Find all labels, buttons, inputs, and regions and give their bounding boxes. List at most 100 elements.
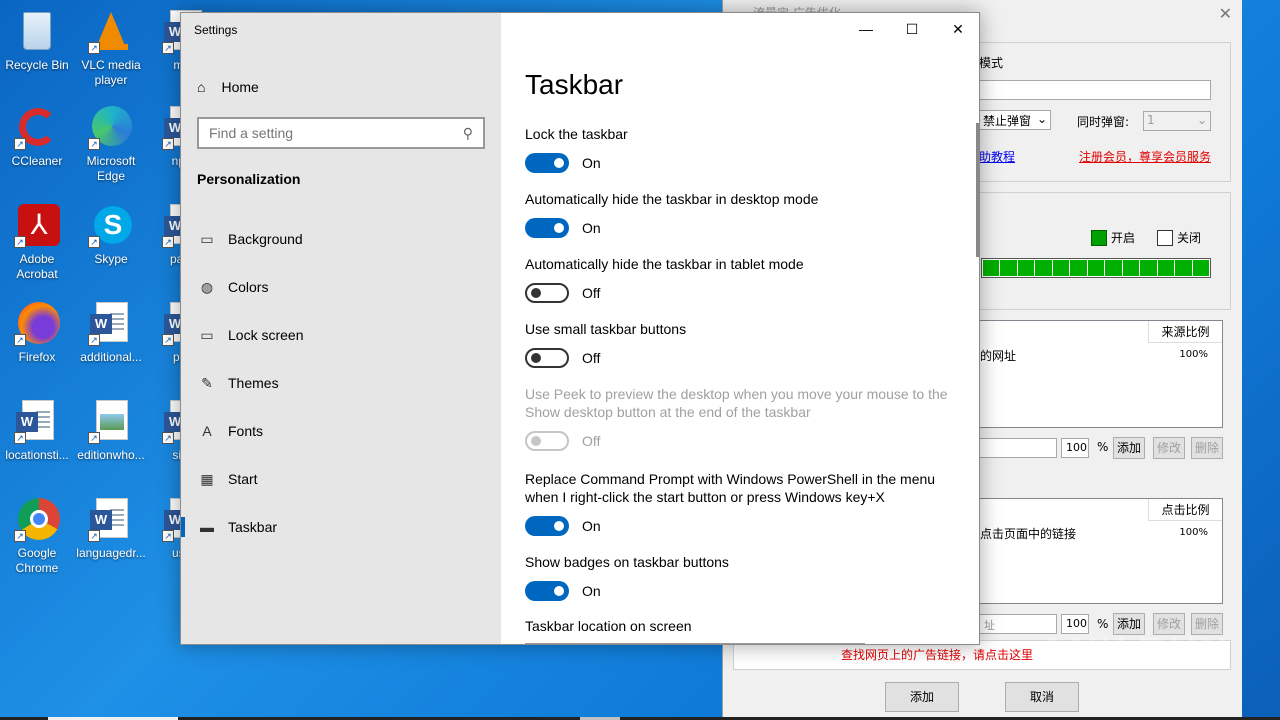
taskbar-option: Use small taskbar buttons Off: [525, 320, 955, 368]
search-box[interactable]: ⚲: [197, 117, 485, 149]
sidebar-item-label: Background: [228, 231, 303, 247]
toggle-state: On: [582, 518, 601, 534]
toggle-switch[interactable]: [525, 218, 569, 238]
home-icon: ⌂: [197, 79, 206, 95]
desktop-icon[interactable]: W ↗ additional...: [76, 300, 146, 365]
confirm-add-button[interactable]: 添加: [885, 682, 959, 712]
source-row-label: 的网址: [980, 349, 1017, 363]
desktop-icon[interactable]: W ↗ locationsti...: [2, 398, 72, 463]
sidebar-item-label: Fonts: [228, 423, 264, 439]
maximize-icon[interactable]: ☐: [889, 13, 935, 45]
progress-segment: [1122, 260, 1140, 276]
desktop-icon[interactable]: W ↗ languagedr...: [76, 496, 146, 561]
sidebar-item-lock-screen[interactable]: ▭ Lock screen: [181, 315, 501, 355]
off-indicator: [1157, 229, 1173, 246]
popup-select[interactable]: 禁止弹窗 ⌄: [979, 110, 1051, 130]
progress-bar: [981, 258, 1211, 278]
desktop-icon-label: Google Chrome: [15, 546, 59, 575]
off-radio[interactable]: 关闭: [1157, 229, 1201, 246]
sidebar-item-themes[interactable]: ✎ Themes: [181, 363, 501, 403]
progress-segment: [1140, 260, 1157, 276]
chevron-down-icon: ⌄: [1196, 113, 1207, 127]
search-input[interactable]: [209, 125, 449, 141]
sidebar-item-taskbar[interactable]: ▬ Taskbar: [181, 507, 501, 547]
desktop-icon-label: editionwho...: [77, 448, 145, 462]
toggle-switch[interactable]: [525, 581, 569, 601]
popup-select-value: 禁止弹窗: [983, 114, 1032, 128]
sidebar-item-fonts[interactable]: A Fonts: [181, 411, 501, 451]
toggle-row: On: [525, 516, 955, 536]
on-radio[interactable]: 开启: [1091, 229, 1135, 246]
scrollbar[interactable]: [976, 123, 979, 257]
progress-segment: [1157, 260, 1175, 276]
add-source-button[interactable]: 添加: [1113, 437, 1145, 459]
close-icon[interactable]: ✕: [1219, 4, 1232, 23]
hint-link[interactable]: 查找网页上的广告链接，请点击这里: [841, 646, 1033, 663]
desktop-icon-label: Skype: [94, 252, 128, 266]
edit-source-button[interactable]: 修改: [1153, 437, 1185, 459]
sidebar-item-colors[interactable]: ◍ Colors: [181, 267, 501, 307]
taskbar-location-dropdown[interactable]: [525, 643, 865, 644]
desktop-icon[interactable]: ↗ Google Chrome: [2, 496, 72, 576]
sidebar-item-background[interactable]: ▭ Background: [181, 219, 501, 259]
source-row-pct: 100%: [1179, 349, 1208, 360]
chrome-icon: ↗: [14, 496, 60, 542]
click-list[interactable]: 点击比例 点击页面中的链接 100%: [979, 498, 1223, 604]
settings-content: — ☐ ✕ Taskbar Lock the taskbar On Automati…: [501, 13, 979, 644]
mode-input[interactable]: [979, 80, 1211, 100]
window-title: Settings: [194, 23, 238, 37]
desktop-icon[interactable]: ⅄ ↗ Adobe Acrobat: [2, 202, 72, 282]
toggle-switch[interactable]: [525, 348, 569, 368]
desktop-icon[interactable]: Recycle Bin: [2, 8, 72, 73]
vip-link[interactable]: 注册会员，尊享会员服务: [1079, 148, 1211, 165]
toggle-switch[interactable]: [525, 516, 569, 536]
minimize-icon[interactable]: —: [843, 13, 889, 45]
concurrent-label: 同时弹窗:: [1077, 115, 1130, 129]
pct-sign-2: %: [1097, 617, 1109, 631]
progress-segment: [1035, 260, 1052, 276]
option-label: Automatically hide the taskbar in tablet…: [525, 256, 804, 272]
close-icon[interactable]: ✕: [935, 13, 979, 45]
sidebar-item-start[interactable]: ▦ Start: [181, 459, 501, 499]
source-ratio-header[interactable]: 来源比例: [1148, 321, 1222, 343]
taskbar-location-label: Taskbar location on screen: [525, 618, 692, 634]
toggle-state: Off: [582, 350, 601, 366]
desktop-icon-label: VLC media player: [81, 58, 141, 87]
image-icon: ▭: [200, 230, 214, 247]
concurrent-select[interactable]: 1 ⌄: [1143, 111, 1211, 131]
settings-window: Settings ⌂ Home ⚲ Personalization ▭ Backg…: [180, 12, 980, 645]
desktop-icon[interactable]: ↗ editionwho...: [76, 398, 146, 463]
toggle-state: On: [582, 155, 601, 171]
taskbar-option: Automatically hide the taskbar in tablet…: [525, 255, 955, 303]
click-row-label: 点击页面中的链接: [980, 527, 1077, 541]
off-label: 关闭: [1177, 231, 1202, 245]
source-url-input[interactable]: [979, 438, 1057, 458]
sidebar-item-label: Taskbar: [228, 519, 278, 535]
desktop-icon-label: CCleaner: [11, 154, 63, 168]
progress-segment: [1052, 260, 1070, 276]
source-pct-input[interactable]: 100: [1061, 438, 1089, 458]
click-ratio-header[interactable]: 点击比例: [1148, 499, 1222, 521]
desktop-icon[interactable]: ↗ CCleaner: [2, 104, 72, 169]
vlc-icon: ↗: [88, 8, 134, 54]
desktop-icon-label: languagedr...: [76, 546, 146, 560]
desktop-icon[interactable]: ↗ Firefox: [2, 300, 72, 365]
home-label: Home: [221, 79, 259, 95]
progress-segment: [1192, 260, 1210, 276]
cancel-button[interactable]: 取消: [1005, 682, 1079, 712]
desktop-icon[interactable]: S ↗ Skype: [76, 202, 146, 267]
help-link[interactable]: 助教程: [979, 148, 1015, 165]
toggle-switch[interactable]: [525, 153, 569, 173]
toggle-switch[interactable]: [525, 283, 569, 303]
section-label: Personalization: [197, 171, 301, 187]
desktop-icon[interactable]: ↗ Microsoft Edge: [76, 104, 146, 184]
desktop-icon[interactable]: ↗ VLC media player: [76, 8, 146, 88]
pct-sign: %: [1097, 440, 1109, 454]
start-icon: ▦: [200, 470, 214, 487]
delete-source-button[interactable]: 删除: [1191, 437, 1223, 459]
source-list[interactable]: 来源比例 的网址 100%: [979, 320, 1223, 428]
home-nav-item[interactable]: ⌂ Home: [197, 75, 259, 99]
skype-icon: S ↗: [88, 202, 134, 248]
ccleaner-icon: ↗: [14, 104, 60, 150]
option-label: Show badges on taskbar buttons: [525, 554, 729, 570]
